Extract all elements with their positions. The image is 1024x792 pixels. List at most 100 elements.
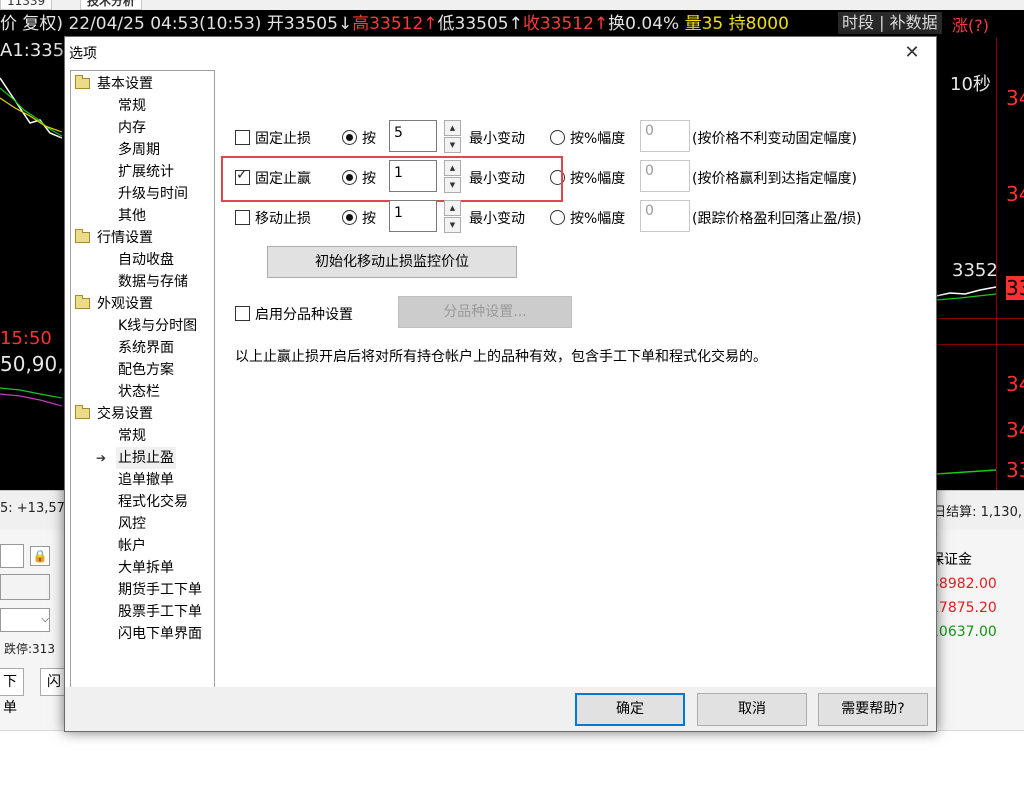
spin-down-icon[interactable]: ▼ [444, 217, 461, 233]
folder-icon [75, 229, 90, 243]
dialog-title-bar[interactable]: 选项 ✕ [65, 37, 936, 69]
trailing-ticks-input[interactable]: 1 [389, 200, 437, 232]
by-percent-radio[interactable] [550, 170, 565, 185]
trailing-percent-input[interactable]: 0 [640, 200, 690, 232]
info-left: 5: +13,57 [0, 501, 65, 516]
tree-item-color-scheme[interactable]: 配色方案 [116, 359, 176, 381]
tree-item-memory[interactable]: 内存 [116, 117, 148, 139]
ok-button[interactable]: 确定 [575, 693, 685, 726]
tree-item-system-ui[interactable]: 系统界面 [116, 337, 176, 359]
tree-item-kline[interactable]: K线与分时图 [116, 315, 199, 337]
fixed-stop-loss-checkbox[interactable] [235, 130, 250, 145]
margin-column: 保证金 48982.00 17875.20 10637.00 [930, 548, 1024, 644]
lock-icon[interactable]: 🔒 [30, 546, 50, 566]
spin-down-icon[interactable]: ▼ [444, 177, 461, 193]
direction-box[interactable] [0, 574, 50, 600]
per-symbol-settings-button[interactable]: 分品种设置... [398, 296, 572, 328]
time-range-pill[interactable]: 时段 | 补数据 [838, 12, 942, 34]
per-symbol-label: 启用分品种设置 [255, 307, 353, 323]
qty-input[interactable] [0, 544, 24, 568]
settings-tree: 基本设置 常规 内存 多周期 扩展统计 升级与时间 其他 行情设置 自动收盘 数… [70, 70, 215, 689]
by-percent-label: 按%幅度 [570, 171, 626, 187]
tree-item-account[interactable]: 帐户 [116, 535, 148, 557]
trailing-description: (跟踪价格盈利回落止盈/损) [692, 211, 862, 227]
tree-group-market[interactable]: 行情设置 [71, 227, 153, 249]
tree-item-multi-period[interactable]: 多周期 [116, 139, 162, 161]
take-profit-ticks-input[interactable]: 1 [389, 160, 437, 192]
trailing-stop-checkbox[interactable] [235, 210, 250, 225]
spin-up-icon[interactable]: ▲ [444, 160, 461, 176]
tree-item-ext-stats[interactable]: 扩展统计 [116, 161, 176, 183]
margin-value: 10637.00 [930, 624, 997, 640]
trailing-spinner[interactable]: ▲ ▼ [444, 200, 461, 233]
tree-item-split-order[interactable]: 大单拆单 [116, 557, 176, 579]
axis-label: 34 [1006, 86, 1024, 110]
dialog-footer: 确定 取消 需要帮助? [65, 687, 936, 731]
tree-item-data-storage[interactable]: 数据与存储 [116, 271, 190, 293]
tree-item-stop-loss-profit[interactable]: ➔ 止损止盈 [96, 447, 176, 469]
by-ticks-radio[interactable] [342, 130, 357, 145]
fixed-take-profit-checkbox[interactable] [235, 167, 250, 185]
status-area [0, 730, 1024, 792]
take-profit-description: (按价格赢利到达指定幅度) [692, 171, 857, 187]
dialog-title: 选项 [69, 46, 97, 62]
stop-loss-percent-input[interactable]: 0 [640, 120, 690, 152]
ticker-low: 低33505↑ [437, 14, 523, 34]
tree-item-status-bar[interactable]: 状态栏 [116, 381, 162, 403]
chart-divider [936, 318, 1024, 319]
by-percent-radio[interactable] [550, 130, 565, 145]
chart-right-axis-line [996, 38, 997, 490]
axis-label-current: 33 [1006, 276, 1024, 300]
row-trailing-stop: 移动止损 按 1 ▲ ▼ 最小变动 按%幅度 0 (跟踪价格盈利回落止盈/损) [216, 200, 934, 234]
take-profit-spinner[interactable]: ▲ ▼ [444, 160, 461, 193]
tree-item-trade-general[interactable]: 常规 [116, 425, 148, 447]
ticker-hold: 持8000 [728, 14, 789, 34]
ticker-turnover: 换0.04% [608, 14, 680, 34]
tree-item-general[interactable]: 常规 [116, 95, 148, 117]
stop-loss-ticks-input[interactable]: 5 [389, 120, 437, 152]
settings-content: 固定止损 按 5 ▲▼ 最小变动 按%幅度 0 (按价格不利变动固定幅度) 固定… [216, 70, 934, 687]
tree-group-appearance[interactable]: 外观设置 [71, 293, 153, 315]
tree-group-trading[interactable]: 交易设置 [71, 403, 153, 425]
tree-item-stock-manual[interactable]: 股票手工下单 [116, 601, 204, 623]
tree-item-chase-cancel[interactable]: 追单撤单 [116, 469, 176, 491]
tree-item-program-trading[interactable]: 程式化交易 [116, 491, 190, 513]
tree-group-basic[interactable]: 基本设置 [71, 73, 153, 95]
spin-down-icon[interactable]: ▼ [444, 137, 461, 153]
per-symbol-checkbox[interactable] [235, 306, 250, 321]
tree-item-flash-order-ui[interactable]: 闪电下单界面 [116, 623, 204, 645]
price-select[interactable]: ⌵ [0, 608, 50, 632]
folder-icon [75, 75, 90, 89]
background-tab-tech-analysis[interactable]: 技术分析 [80, 0, 143, 10]
spin-up-icon[interactable]: ▲ [444, 200, 461, 216]
init-trailing-monitor-button[interactable]: 初始化移动止损监控价位 [267, 246, 517, 278]
tree-item-auto-close[interactable]: 自动收盘 [116, 249, 176, 271]
tree-item-futures-manual[interactable]: 期货手工下单 [116, 579, 204, 601]
by-percent-radio[interactable] [550, 210, 565, 225]
help-button[interactable]: 需要帮助? [818, 693, 928, 726]
limit-down-label: 跌停:313 [4, 642, 55, 656]
take-profit-percent-input[interactable]: 0 [640, 160, 690, 192]
close-icon[interactable]: ✕ [900, 41, 924, 65]
axis-label: 33 [1006, 458, 1024, 482]
spin-up-icon[interactable]: ▲ [444, 120, 461, 136]
by-percent-label: 按%幅度 [570, 131, 626, 147]
background-tab[interactable]: 11339 [0, 0, 53, 10]
fixed-stop-loss-label: 固定止损 [255, 131, 311, 147]
by-percent-label: 按%幅度 [570, 211, 626, 227]
by-ticks-radio[interactable] [342, 210, 357, 225]
axis-label: 34 [1006, 418, 1024, 442]
chart-period-label: 10秒 [950, 74, 991, 95]
stop-settings-note: 以上止赢止损开启后将对所有持仓帐户上的品种有效，包含手工下单和程式化交易的。 [235, 349, 767, 365]
ticker-volume: 量35 [684, 14, 724, 34]
stop-loss-spinner[interactable]: ▲ ▼ [444, 120, 461, 153]
row-fixed-take-profit: 固定止赢 按 1 ▲▼ 最小变动 按%幅度 0 (按价格赢利到达指定幅度) [216, 160, 934, 194]
tree-item-risk-control[interactable]: 风控 [116, 513, 148, 535]
min-move-label: 最小变动 [469, 131, 525, 147]
cancel-button[interactable]: 取消 [697, 693, 807, 726]
tab-order[interactable]: 下单 [0, 668, 24, 716]
tree-item-other[interactable]: 其他 [116, 205, 148, 227]
chart-label-time: 15:50 [0, 328, 52, 349]
by-ticks-radio[interactable] [342, 170, 357, 185]
tree-item-upgrade-time[interactable]: 升级与时间 [116, 183, 190, 205]
